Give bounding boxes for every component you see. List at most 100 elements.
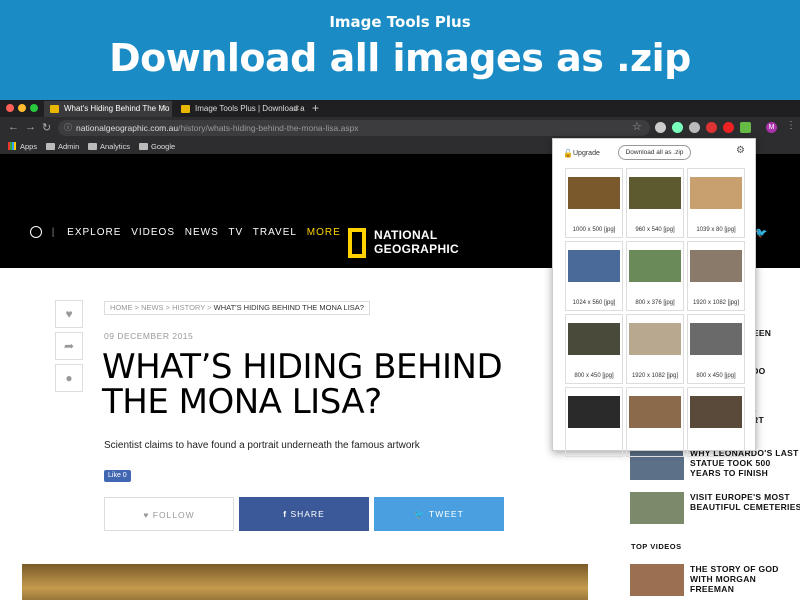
forward-icon[interactable]: →: [25, 121, 36, 133]
extension-icon[interactable]: [723, 122, 734, 133]
share-label: SHARE: [290, 509, 325, 519]
extension-icon[interactable]: [672, 122, 683, 133]
nav-travel[interactable]: TRAVEL: [253, 227, 297, 238]
heart-icon[interactable]: ♥: [55, 300, 83, 328]
image-preview: [568, 396, 620, 428]
image-preview: [690, 323, 742, 355]
tab-bar: What's Hiding Behind The Mo ✕ Image Tool…: [0, 100, 800, 117]
nav-tv[interactable]: TV: [228, 227, 243, 238]
thumbnail: [630, 492, 684, 524]
image-preview: [629, 396, 681, 428]
tweet-button[interactable]: 🐦 TWEET: [374, 497, 504, 531]
bookmark-star-icon[interactable]: ☆: [632, 120, 642, 133]
extension-icon[interactable]: [689, 122, 700, 133]
profile-avatar[interactable]: M: [766, 122, 777, 133]
minimize-window-icon[interactable]: [18, 104, 26, 112]
comment-icon[interactable]: ●: [55, 364, 83, 392]
breadcrumb-news[interactable]: NEWS: [141, 303, 164, 312]
image-dimensions: 800 x 450 [jpg]: [696, 373, 736, 379]
list-item-label: VISIT EUROPE'S MOST BEAUTIFUL CEMETERIES: [690, 492, 800, 512]
gear-icon[interactable]: ⚙: [736, 145, 745, 156]
extension-icon[interactable]: [655, 122, 666, 133]
image-thumbnail[interactable]: [626, 387, 684, 457]
image-dimensions: 960 x 540 [jpg]: [635, 227, 675, 233]
tweet-label: TWEET: [429, 509, 464, 519]
close-window-icon[interactable]: [6, 104, 14, 112]
nav-more[interactable]: MORE: [307, 227, 341, 238]
breadcrumb-current: WHAT'S HIDING BEHIND THE MONA LISA?: [213, 303, 364, 312]
site-nav: | EXPLORE VIDEOS NEWS TV TRAVEL MORE: [30, 226, 347, 238]
image-thumbnail[interactable]: 800 x 450 [jpg]: [565, 314, 623, 384]
image-preview: [568, 177, 620, 209]
image-dimensions: 1039 x 80 [jpg]: [696, 227, 736, 233]
image-thumbnail[interactable]: 960 x 540 [jpg]: [626, 168, 684, 238]
download-zip-button[interactable]: Download all as .zip: [618, 145, 691, 160]
tab-image-tools[interactable]: Image Tools Plus | Download a ✕: [175, 101, 305, 117]
breadcrumb-history[interactable]: HISTORY: [172, 303, 205, 312]
image-thumbnail[interactable]: 800 x 376 [jpg]: [626, 241, 684, 311]
tab-natgeo[interactable]: What's Hiding Behind The Mo ✕: [44, 101, 172, 117]
label-line: STATUE TOOK 500: [690, 458, 771, 468]
image-preview: [629, 250, 681, 282]
nav-videos[interactable]: VIDEOS: [131, 227, 175, 238]
apps-grid-icon: [8, 142, 16, 150]
bookmark-apps[interactable]: Apps: [8, 141, 37, 152]
image-preview: [690, 177, 742, 209]
image-thumbnail[interactable]: 1024 x 560 [jpg]: [565, 241, 623, 311]
bookmark-admin[interactable]: Admin: [46, 141, 79, 152]
facebook-like-button[interactable]: Like 0: [104, 470, 131, 482]
image-thumbnail[interactable]: [687, 387, 745, 457]
article-date: 09 DECEMBER 2015: [104, 331, 194, 341]
reload-icon[interactable]: ↻: [42, 121, 51, 134]
nav-news[interactable]: NEWS: [185, 227, 219, 238]
image-thumbnail[interactable]: 1000 x 500 [jpg]: [565, 168, 623, 238]
bookmark-label: Admin: [58, 142, 80, 151]
extension-icon[interactable]: [706, 122, 717, 133]
follow-label: FOLLOW: [152, 510, 195, 520]
twitter-icon[interactable]: 🐦: [755, 228, 767, 239]
follow-button[interactable]: ♥ FOLLOW: [104, 497, 234, 531]
video-label: THE STORY OF GOD WITH MORGAN FREEMAN: [690, 564, 800, 594]
close-tab-icon[interactable]: ✕: [293, 101, 300, 117]
image-dimensions: 1000 x 500 [jpg]: [572, 227, 616, 233]
article-title: WHAT’S HIDING BEHIND THE MONA LISA?: [102, 347, 503, 422]
bookmark-label: Analytics: [100, 142, 131, 151]
promo-banner: Image Tools Plus Download all images as …: [0, 0, 800, 100]
bookmark-google[interactable]: Google: [139, 141, 175, 152]
image-thumbnail[interactable]: 1039 x 80 [jpg]: [687, 168, 745, 238]
image-thumbnail[interactable]: [565, 387, 623, 457]
info-icon[interactable]: ⓘ: [64, 120, 72, 136]
yellow-border-icon: [348, 228, 366, 258]
image-tools-extension-icon[interactable]: [740, 122, 751, 133]
image-thumbnail[interactable]: 800 x 450 [jpg]: [687, 314, 745, 384]
list-item[interactable]: VISIT EUROPE'S MOST BEAUTIFUL CEMETERIES: [630, 492, 800, 524]
bookmark-analytics[interactable]: Analytics: [88, 141, 130, 152]
thumbnail: [630, 564, 684, 596]
share-arrow-icon[interactable]: ➦: [55, 332, 83, 360]
image-thumbnail[interactable]: 1920 x 1082 [jpg]: [687, 241, 745, 311]
url-path: /history/whats-hiding-behind-the-mona-li…: [178, 123, 359, 133]
label-line: THE STORY OF GOD: [690, 564, 779, 574]
image-tools-popup: 🔓 Upgrade Download all as .zip ⚙ 1000 x 5…: [552, 138, 756, 457]
back-icon[interactable]: ←: [8, 121, 19, 133]
close-tab-icon[interactable]: ✕: [160, 101, 167, 117]
image-tools-favicon-icon: [181, 105, 190, 113]
upgrade-button[interactable]: 🔓 Upgrade: [563, 149, 600, 158]
image-thumbnail[interactable]: 1920 x 1082 [jpg]: [626, 314, 684, 384]
share-button[interactable]: f SHARE: [239, 497, 369, 531]
video-item[interactable]: THE STORY OF GOD WITH MORGAN FREEMAN: [630, 564, 800, 596]
image-preview: [568, 323, 620, 355]
image-preview: [629, 323, 681, 355]
article-subtitle: Scientist claims to have found a portrai…: [104, 440, 420, 451]
maximize-window-icon[interactable]: [30, 104, 38, 112]
top-videos-heading: TOP VIDEOS: [631, 542, 682, 551]
label-line: WITH MORGAN FREEMAN: [690, 574, 757, 594]
url-field[interactable]: ⓘ nationalgeographic.com.au/history/what…: [58, 120, 650, 136]
breadcrumb-home[interactable]: HOME: [110, 303, 133, 312]
folder-icon: [88, 143, 97, 150]
nav-explore[interactable]: EXPLORE: [67, 227, 121, 238]
search-icon[interactable]: [30, 226, 42, 238]
menu-icon[interactable]: ⋮: [786, 120, 796, 131]
new-tab-button[interactable]: +: [312, 100, 319, 116]
logo-line2: GEOGRAPHIC: [374, 242, 460, 256]
